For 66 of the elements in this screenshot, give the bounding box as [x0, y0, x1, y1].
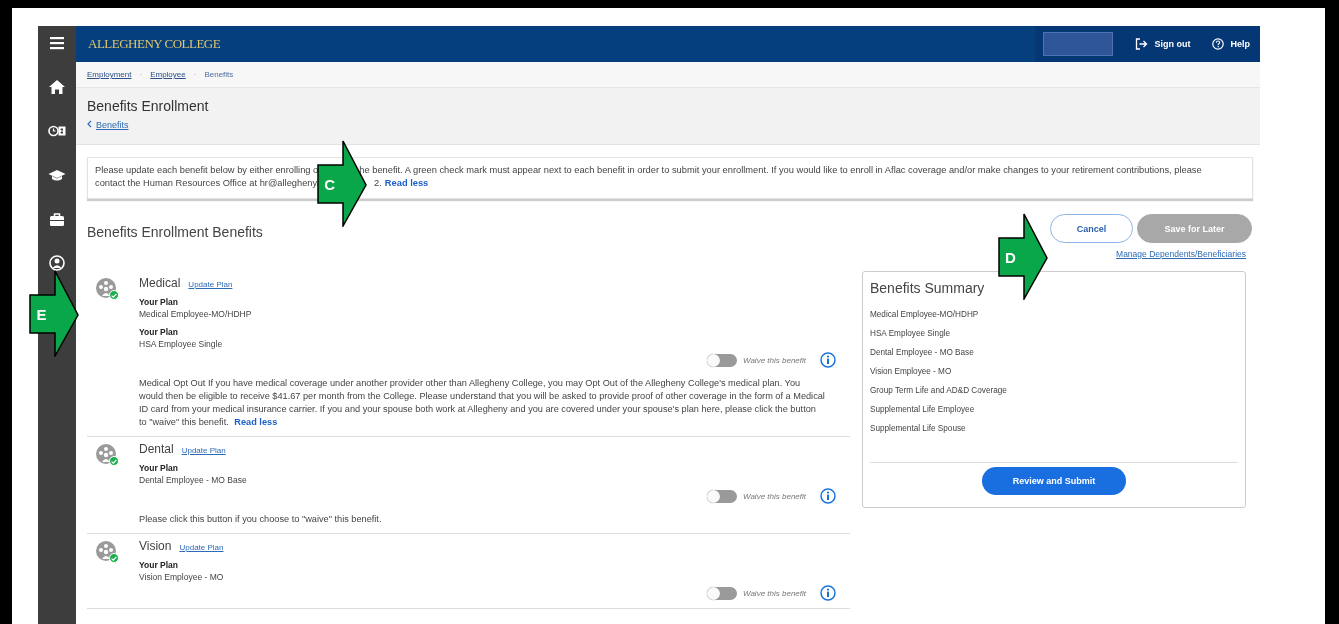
waive-label: Waive this benefit — [743, 355, 806, 365]
callout-letter: D — [1004, 248, 1017, 265]
waive-label: Waive this benefit — [743, 491, 806, 501]
help-icon — [1212, 38, 1225, 50]
notice-text: he benefit. A green check mark must appear next to each benefit in order to submit your enrollment. If you would like to enroll in Aflac coverage and/or make changes to your retirement contributions, please — [359, 164, 1202, 177]
read-less-link[interactable]: Read less — [234, 417, 278, 427]
help-link[interactable]: Help — [1212, 38, 1250, 50]
benefit-description: Please click this button if you choose to "waive" this benefit. — [139, 513, 383, 526]
manage-dependents-link[interactable]: Manage Dependents/Beneficiaries — [1116, 249, 1246, 259]
breadcrumb-separator: · — [139, 70, 143, 79]
plan-label: Your Plan — [139, 297, 180, 309]
breadcrumb[interactable]: Employment — [87, 70, 132, 79]
plan-label: Your Plan — [139, 463, 180, 475]
breadcrumb: Benefits — [204, 70, 234, 79]
summary-item: HSA Employee Single — [870, 329, 952, 340]
benefit-icon — [96, 278, 118, 300]
callout-letter: C — [323, 177, 337, 190]
update-plan-link[interactable]: Update Plan — [181, 446, 226, 455]
plan-value: HSA Employee Single — [139, 338, 224, 350]
update-plan-link[interactable]: Update Plan — [188, 280, 233, 289]
waive-toggle[interactable] — [707, 586, 737, 600]
summary-title: Benefits Summary — [870, 280, 986, 296]
benefit-icon — [96, 444, 118, 466]
review-submit-button[interactable]: Review and Submit — [982, 467, 1126, 495]
plan-label: Your Plan — [139, 560, 180, 572]
summary-item: Medical Employee-MO/HDHP — [870, 310, 980, 321]
breadcrumb-separator: · — [193, 70, 197, 79]
summary-item: Supplemental Life Spouse — [870, 424, 967, 435]
benefit-description: Medical Opt Out If you have medical coverage under another provider other than Allegheny College, you may Opt Out of the Allegheny College's medical plan. You would then be eligible to receive $41.67 per month from the College. Please understand that you will be asked to provide proof of other coverage in the form of a Medical ID card from your medical insurance carrier. If you and your spouse both work at Allegheny and you are covered under your spouse's plan here, please click the button to "waive" this benefit. Read less — [139, 377, 826, 429]
chevron-left-icon — [87, 120, 92, 128]
waive-toggle[interactable] — [707, 353, 737, 367]
summary-item: Group Term Life and AD&D Coverage — [870, 386, 1008, 397]
section-title: Benefits Enrollment Benefits — [87, 224, 263, 242]
update-plan-link[interactable]: Update Plan — [179, 543, 224, 552]
person-circle-icon[interactable] — [48, 254, 66, 272]
breadcrumb[interactable]: Employee — [150, 70, 186, 79]
summary-item: Supplemental Life Employee — [870, 405, 976, 416]
cancel-button[interactable]: Cancel — [1050, 214, 1133, 243]
waive-toggle[interactable] — [707, 489, 737, 503]
plan-value: Vision Employee - MO — [139, 571, 225, 583]
read-less-link[interactable]: Read less — [384, 177, 429, 190]
benefit-name: Dental — [139, 442, 174, 456]
menu-icon[interactable] — [48, 34, 66, 52]
benefit-name: Vision — [139, 539, 172, 553]
plan-value: Medical Employee-MO/HDHP — [139, 308, 253, 320]
college-logo[interactable]: ALLEGHENY COLLEGE — [88, 36, 221, 52]
callout-letter: E — [35, 305, 48, 322]
benefit-name: Medical — [139, 276, 181, 290]
plan-label: Your Plan — [139, 327, 180, 339]
benefit-icon — [96, 541, 118, 563]
info-icon[interactable] — [820, 488, 836, 504]
plan-value: Dental Employee - MO Base — [139, 474, 248, 486]
search-field[interactable] — [1043, 32, 1114, 56]
waive-label: Waive this benefit — [743, 588, 806, 598]
summary-item: Vision Employee - MO — [870, 367, 953, 378]
page-title: Benefits Enrollment — [87, 98, 210, 114]
sign-out-link[interactable]: Sign out — [1135, 38, 1191, 50]
home-icon[interactable] — [48, 78, 66, 96]
sign-out-icon — [1135, 38, 1149, 50]
notice-text: 2. — [374, 177, 382, 190]
briefcase-icon[interactable] — [48, 210, 66, 228]
info-icon[interactable] — [820, 352, 836, 368]
notice-text: Please update each benefit below by either enrolling o — [95, 164, 319, 177]
summary-item: Dental Employee - MO Base — [870, 348, 975, 359]
back-link[interactable]: Benefits — [96, 120, 129, 130]
info-icon[interactable] — [820, 585, 836, 601]
